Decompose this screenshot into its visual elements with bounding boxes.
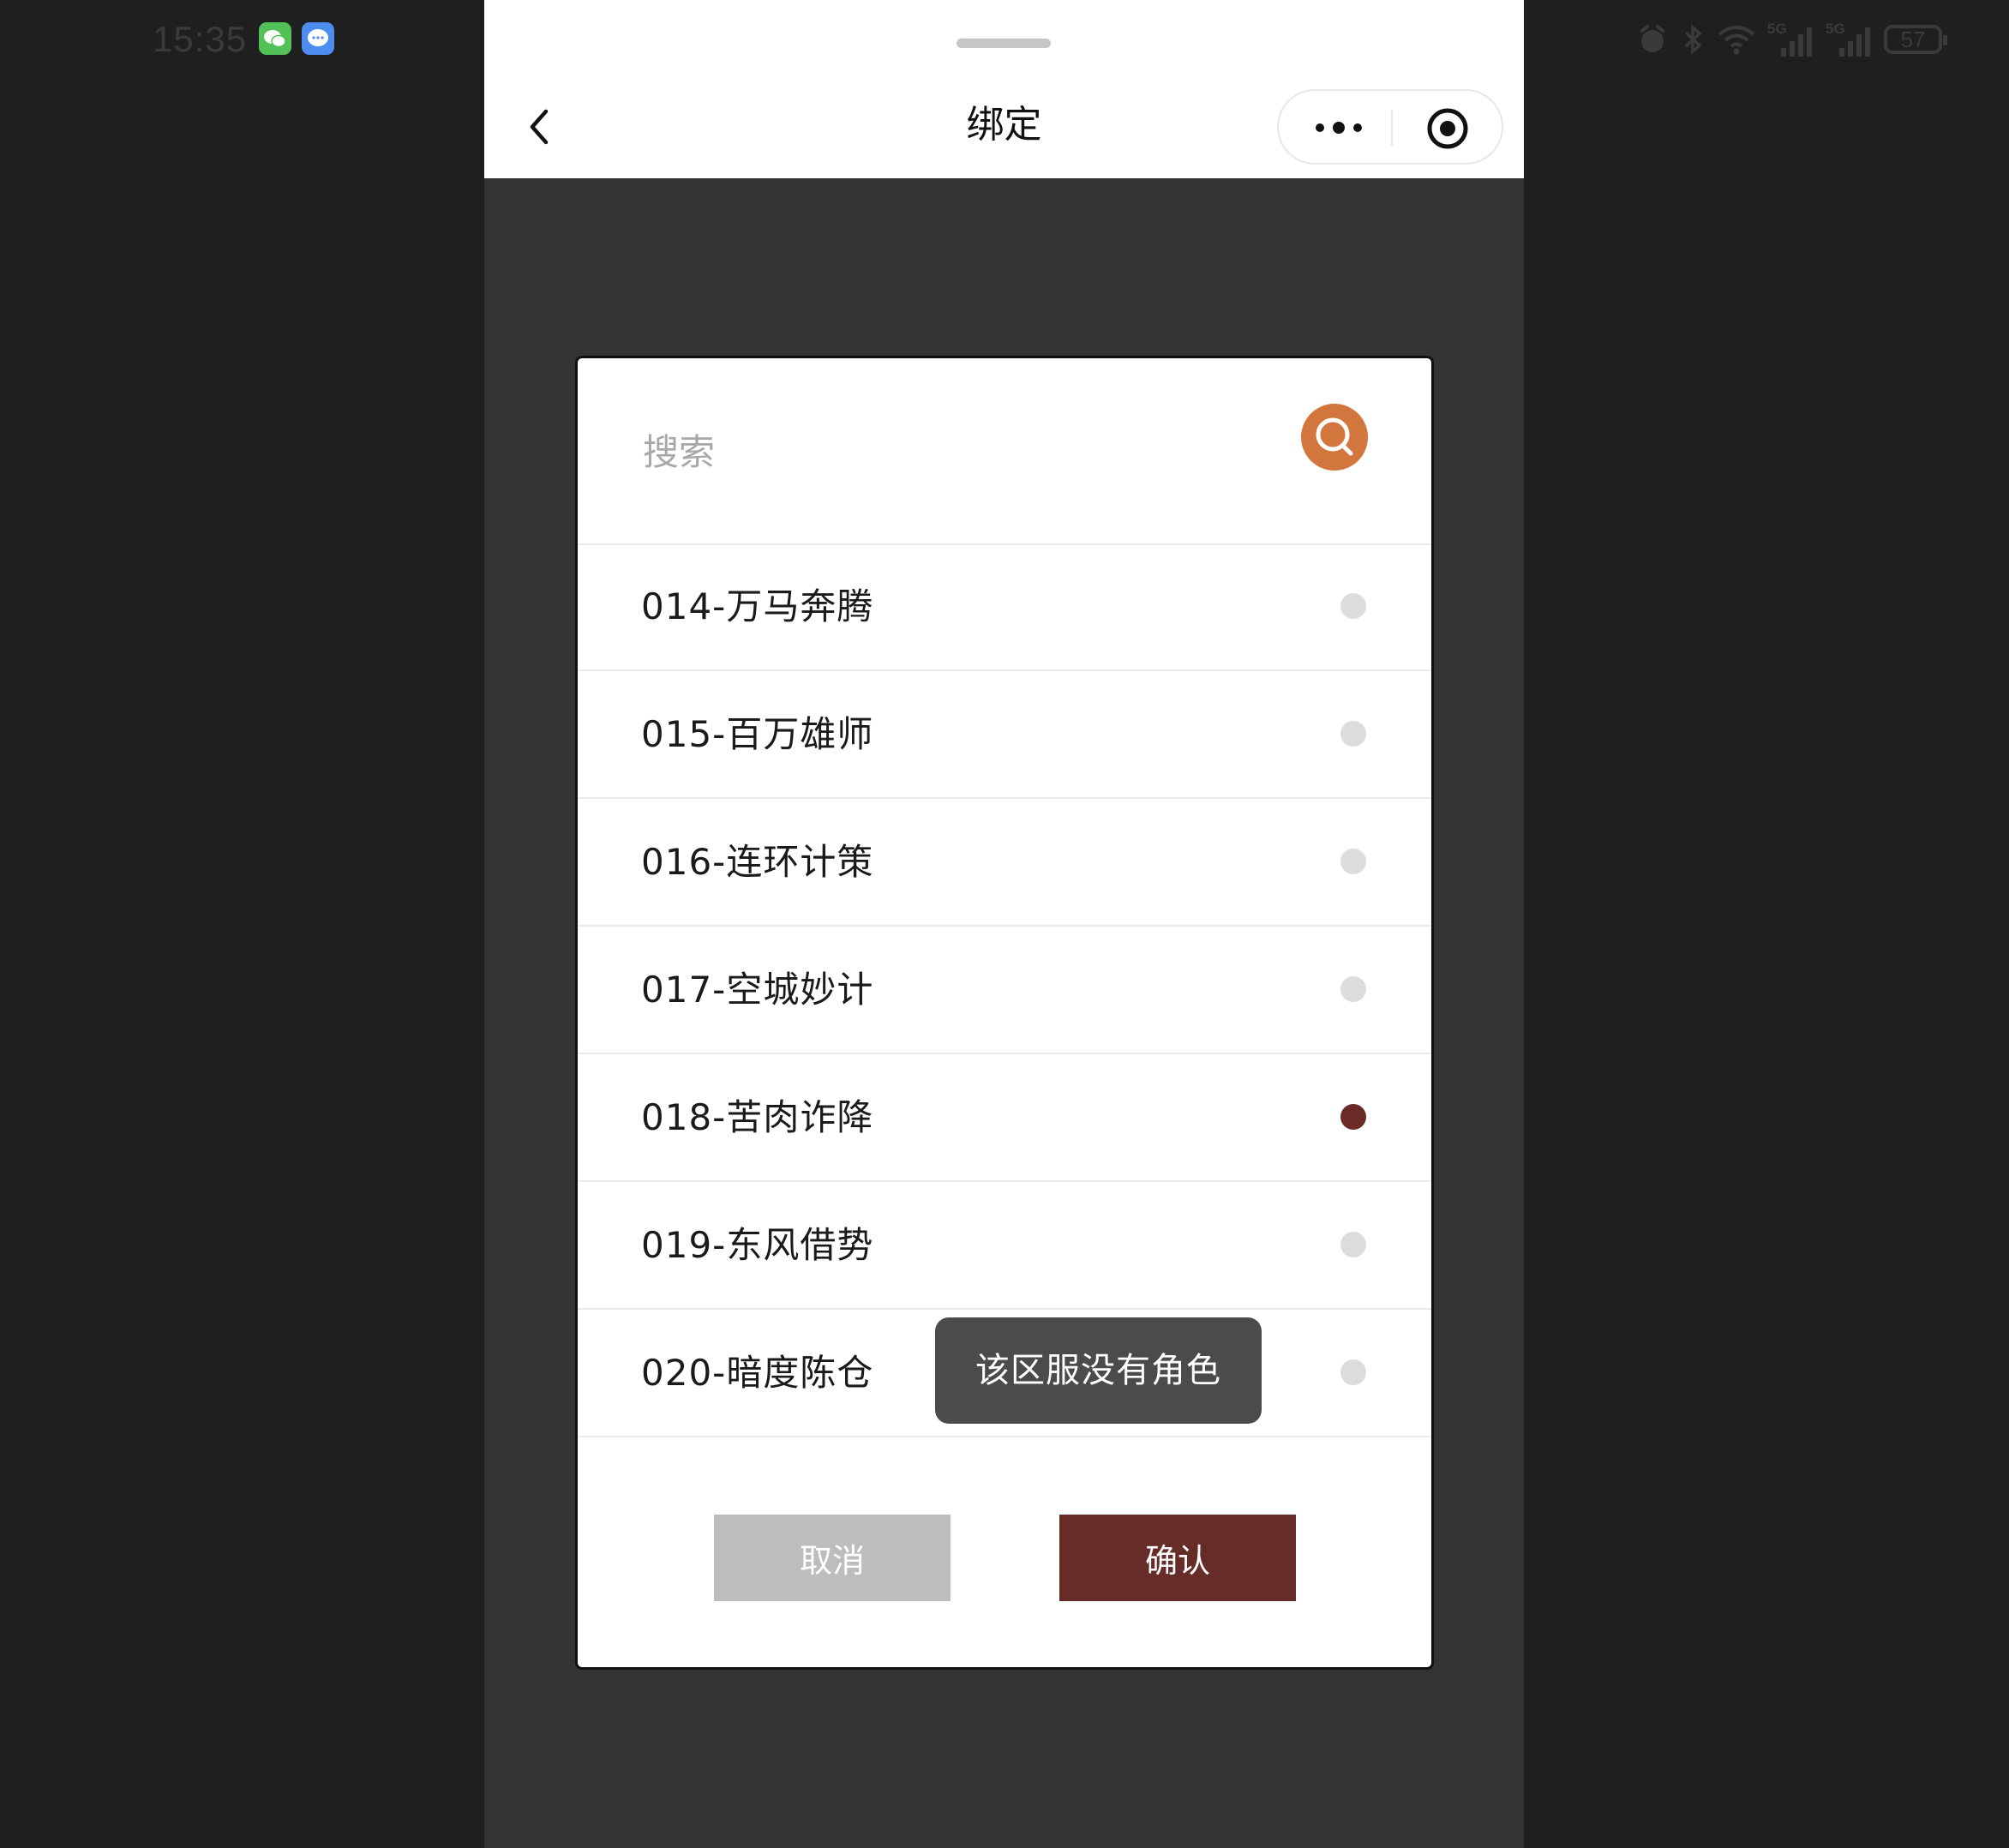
- drag-handle[interactable]: [957, 39, 1051, 48]
- radio-button[interactable]: [1340, 849, 1366, 874]
- search-icon: [1316, 417, 1353, 456]
- signal-bars-icon: [1839, 27, 1870, 57]
- item-label: 018-苦肉诈降: [641, 1096, 874, 1138]
- search-row: [578, 358, 1431, 545]
- signal-5g-1: 5G: [1767, 21, 1815, 58]
- list-item[interactable]: 018-苦肉诈降: [578, 1054, 1431, 1182]
- item-label: 019-东风借势: [641, 1224, 874, 1266]
- battery-level: 57: [1900, 27, 1926, 52]
- wechat-icon: [259, 22, 291, 55]
- server-list: 014-万马奔腾 015-百万雄师 016-连环计策 017-空城妙计 018-…: [578, 543, 1431, 1437]
- cancel-button[interactable]: 取消: [714, 1515, 951, 1601]
- item-label: 020-暗度陈仓: [641, 1352, 874, 1394]
- wifi-icon: [1718, 26, 1755, 55]
- battery-icon: 57: [1884, 25, 1947, 54]
- more-icon: [1316, 122, 1362, 134]
- radio-button[interactable]: [1340, 721, 1366, 747]
- bluetooth-icon: [1684, 24, 1702, 55]
- status-indicators: 5G 5G 57: [1635, 19, 1947, 60]
- alarm-icon: [1640, 25, 1664, 52]
- radio-button[interactable]: [1340, 593, 1366, 619]
- item-label: 015-百万雄师: [641, 713, 874, 755]
- search-input[interactable]: [641, 410, 1296, 494]
- capsule-menu: [1277, 89, 1503, 165]
- more-button[interactable]: [1304, 108, 1373, 147]
- list-item[interactable]: 016-连环计策: [578, 799, 1431, 927]
- radio-button[interactable]: [1340, 1104, 1366, 1130]
- nav-header: 绑定: [484, 0, 1524, 178]
- item-label: 017-空城妙计: [641, 969, 874, 1011]
- mini-program-panel: 绑定 搜索 014-万马奔腾 015-百万雄师 016-连环计策 017-空城妙…: [484, 0, 1524, 1848]
- list-item[interactable]: 019-东风借势: [578, 1182, 1431, 1310]
- list-item[interactable]: 017-空城妙计: [578, 927, 1431, 1054]
- list-item[interactable]: 014-万马奔腾: [578, 543, 1431, 671]
- close-button[interactable]: [1424, 105, 1471, 152]
- item-label: 014-万马奔腾: [641, 585, 874, 627]
- search-button[interactable]: [1301, 404, 1368, 471]
- list-item[interactable]: 015-百万雄师: [578, 671, 1431, 799]
- status-time: 15:35: [153, 19, 248, 59]
- confirm-button[interactable]: 确认: [1059, 1515, 1296, 1601]
- bind-dialog: 014-万马奔腾 015-百万雄师 016-连环计策 017-空城妙计 018-…: [575, 356, 1434, 1670]
- signal-bars-icon: [1781, 27, 1812, 57]
- toast-message: 该区服没有角色: [935, 1317, 1262, 1424]
- item-label: 016-连环计策: [641, 841, 874, 883]
- radio-button[interactable]: [1340, 1359, 1366, 1385]
- radio-button[interactable]: [1340, 1232, 1366, 1257]
- message-icon: [302, 22, 334, 55]
- close-target-icon: [1427, 108, 1468, 149]
- radio-button[interactable]: [1340, 976, 1366, 1002]
- capsule-divider: [1391, 110, 1393, 146]
- signal-5g-2: 5G: [1826, 21, 1874, 58]
